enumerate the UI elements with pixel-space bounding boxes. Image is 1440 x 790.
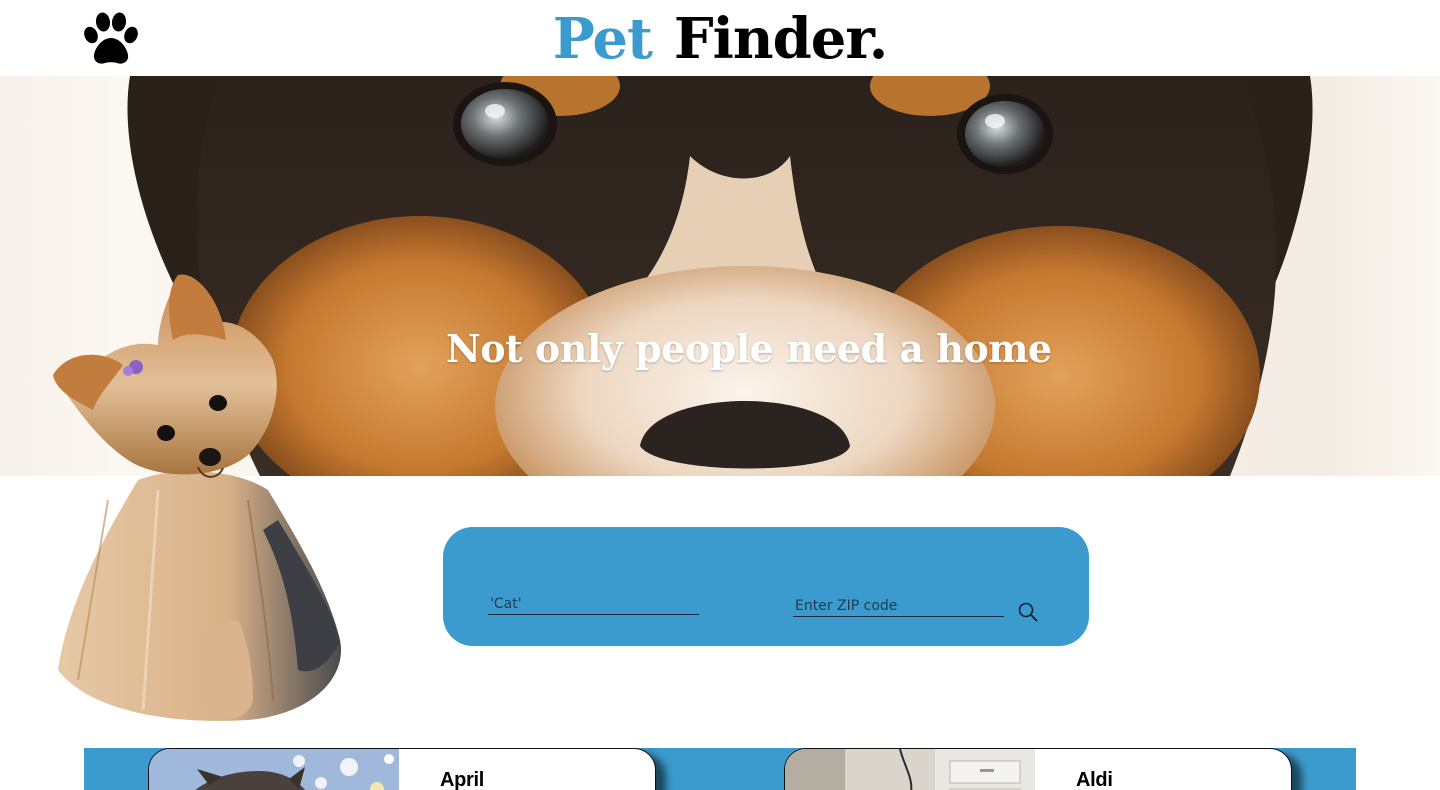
pet-type-input[interactable] (488, 593, 699, 614)
pet-card[interactable]: April (148, 748, 656, 790)
pet-name: Aldi (1076, 769, 1113, 790)
yorkie-dog-image (53, 274, 342, 721)
brand-word-pet: Pet (552, 6, 653, 72)
pet-type-field (488, 593, 699, 615)
brand-word-finder: Finder. (673, 6, 888, 72)
zip-code-input[interactable] (793, 595, 1004, 616)
pet-photo (149, 749, 399, 790)
pet-card[interactable]: Aldi (784, 748, 1292, 790)
pet-photo (785, 749, 1035, 790)
site-header: Pet Finder. (0, 0, 1440, 76)
search-panel (443, 527, 1089, 646)
search-icon[interactable] (1017, 601, 1039, 623)
site-title[interactable]: Pet Finder. (0, 4, 1440, 74)
results-section: April Aldi (84, 748, 1356, 790)
pet-name: April (440, 769, 485, 790)
hero-tagline: Not only people need a home (446, 326, 1052, 371)
zip-field (793, 595, 1004, 617)
